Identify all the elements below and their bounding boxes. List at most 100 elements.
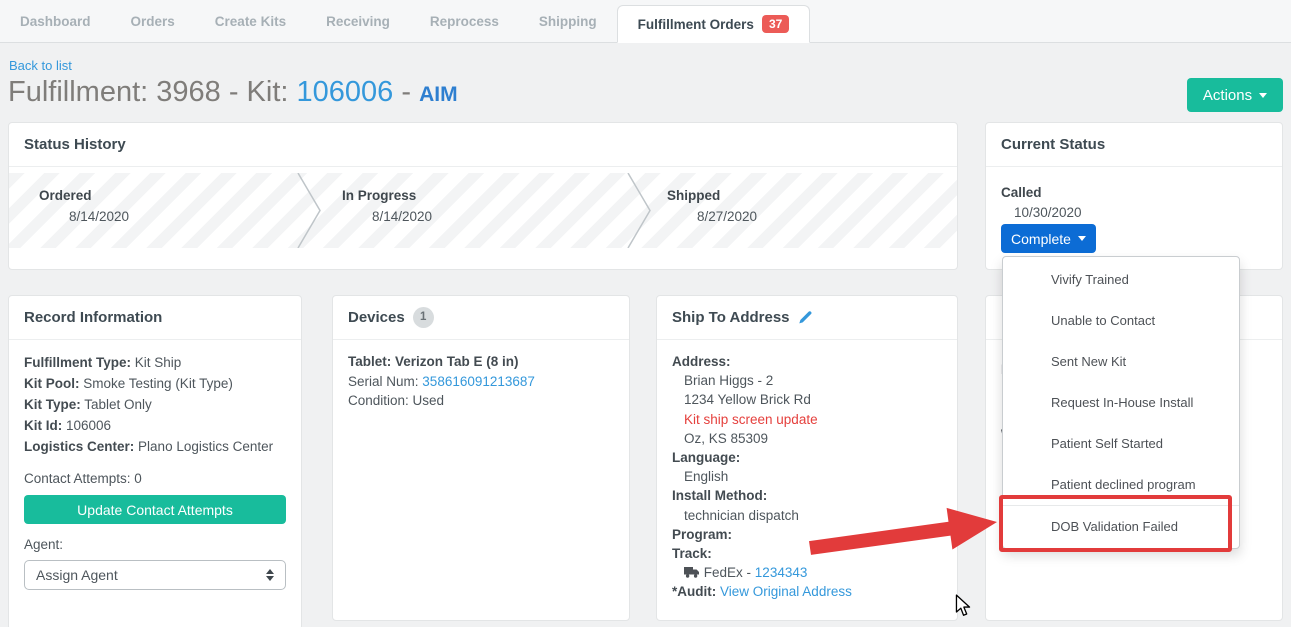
tab-receiving[interactable]: Receiving [306, 14, 410, 29]
track-label: Track: [672, 546, 712, 561]
current-status-date: 10/30/2020 [1014, 205, 1082, 220]
tab-orders[interactable]: Orders [111, 14, 195, 29]
record-field: Fulfillment Type: Kit Ship [24, 352, 286, 373]
complete-button-label: Complete [1011, 231, 1071, 247]
record-field: Kit Type: Tablet Only [24, 394, 286, 415]
mouse-cursor [955, 594, 971, 618]
status-step-date: 8/14/2020 [39, 209, 129, 224]
address-line: Brian Higgs - 2 [672, 371, 942, 390]
current-status-title: Current Status [1001, 123, 1105, 166]
field-value: Kit Ship [135, 355, 182, 370]
fulfillment-orders-count-badge: 37 [762, 15, 789, 33]
org-link[interactable]: AIM [419, 83, 458, 106]
annotation-arrow [800, 500, 1000, 562]
language-value: English [672, 467, 942, 486]
status-step-label: In Progress [342, 188, 416, 203]
kit-number-link[interactable]: 106006 [297, 76, 394, 108]
address-line-alert: Kit ship screen update [672, 410, 942, 429]
page-title-text: Fulfillment: 3968 - Kit: [8, 76, 288, 108]
complete-dropdown-button[interactable]: Complete [1001, 224, 1096, 253]
address-line: Oz, KS 85309 [672, 429, 942, 448]
current-status-panel: Current Status Called 10/30/2020 Complet… [985, 122, 1283, 270]
edit-pencil-icon[interactable] [798, 311, 812, 325]
chevron-separator-icon [626, 173, 652, 248]
status-step-label: Ordered [39, 188, 92, 203]
truck-icon [684, 566, 700, 578]
field-value: 106006 [66, 418, 111, 433]
current-status-header: Current Status [986, 123, 1282, 167]
serial-number-link[interactable]: 358616091213687 [422, 374, 535, 389]
audit-row: *Audit: View Original Address [672, 582, 942, 601]
devices-count-badge: 1 [413, 307, 434, 328]
field-value: Plano Logistics Center [138, 439, 273, 454]
status-progress-band: Ordered 8/14/2020 In Progress 8/14/2020 … [9, 173, 957, 248]
back-to-list-link[interactable]: Back to list [9, 58, 72, 73]
status-step-date: 8/27/2020 [667, 209, 757, 224]
field-value: Tablet Only [84, 397, 152, 412]
record-field: Kit Pool: Smoke Testing (Kit Type) [24, 373, 286, 394]
tab-dashboard[interactable]: Dashboard [0, 14, 111, 29]
tab-create-kits[interactable]: Create Kits [195, 14, 306, 29]
tab-shipping[interactable]: Shipping [519, 14, 617, 29]
actions-button[interactable]: Actions [1187, 78, 1283, 112]
audit-label: *Audit: [672, 584, 716, 599]
select-updown-icon [266, 569, 274, 581]
contact-attempts-text: Contact Attempts: 0 [24, 469, 286, 489]
menu-item-sent-new-kit[interactable]: Sent New Kit [1003, 341, 1239, 382]
record-information-body: Fulfillment Type: Kit Ship Kit Pool: Smo… [9, 340, 301, 602]
program-label: Program: [672, 527, 732, 542]
ship-to-body: Address: Brian Higgs - 2 1234 Yellow Bri… [657, 340, 957, 614]
record-information-title: Record Information [24, 296, 162, 339]
menu-item-patient-self-started[interactable]: Patient Self Started [1003, 423, 1239, 464]
update-contact-attempts-button[interactable]: Update Contact Attempts [24, 495, 286, 524]
status-history-panel: Status History Ordered 8/14/2020 In Prog… [8, 122, 958, 270]
record-field: Logistics Center: Plano Logistics Center [24, 436, 286, 457]
menu-item-vivify-trained[interactable]: Vivify Trained [1003, 259, 1239, 300]
ship-to-address-panel: Ship To Address Address: Brian Higgs - 2… [656, 295, 958, 621]
tab-reprocess[interactable]: Reprocess [410, 14, 519, 29]
devices-header: Devices 1 [333, 296, 629, 340]
record-information-header: Record Information [9, 296, 301, 340]
serial-label: Serial Num: [348, 374, 419, 389]
field-label: Kit Id: [24, 418, 62, 433]
install-method-label: Install Method: [672, 488, 767, 503]
agent-select-value: Assign Agent [36, 567, 118, 583]
field-label: Logistics Center: [24, 439, 134, 454]
fulfillment-detail-page: Dashboard Orders Create Kits Receiving R… [0, 0, 1291, 627]
devices-body: Tablet: Verizon Tab E (8 in) Serial Num:… [333, 340, 629, 423]
track-row: FedEx - 1234343 [672, 563, 942, 582]
address-label: Address: [672, 354, 731, 369]
tracking-number-link[interactable]: 1234343 [755, 565, 808, 580]
status-step-in-progress: In Progress 8/14/2020 [342, 188, 432, 224]
agent-select[interactable]: Assign Agent [24, 560, 286, 590]
record-information-panel: Record Information Fulfillment Type: Kit… [8, 295, 302, 627]
field-label: Kit Pool: [24, 376, 80, 391]
status-step-label: Shipped [667, 188, 720, 203]
top-tab-bar: Dashboard Orders Create Kits Receiving R… [0, 0, 1291, 43]
language-label: Language: [672, 450, 740, 465]
actions-button-label: Actions [1203, 87, 1252, 104]
field-label: Kit Type: [24, 397, 81, 412]
device-condition: Condition: Used [348, 391, 614, 411]
track-carrier: FedEx - [704, 565, 751, 580]
tab-fulfillment-orders[interactable]: Fulfillment Orders 37 [617, 5, 811, 43]
menu-item-unable-to-contact[interactable]: Unable to Contact [1003, 300, 1239, 341]
field-value: Smoke Testing (Kit Type) [83, 376, 233, 391]
address-line: 1234 Yellow Brick Rd [672, 390, 942, 409]
status-step-ordered: Ordered 8/14/2020 [39, 188, 129, 224]
tab-fulfillment-orders-label: Fulfillment Orders [638, 17, 754, 32]
status-history-title: Status History [24, 123, 126, 166]
device-serial-row: Serial Num: 358616091213687 [348, 372, 614, 392]
view-original-address-link[interactable]: View Original Address [720, 584, 852, 599]
agent-label: Agent: [24, 535, 286, 555]
field-label: Fulfillment Type: [24, 355, 131, 370]
ship-to-title: Ship To Address [672, 296, 790, 339]
page-title: Fulfillment: 3968 - Kit: 106006 - AIM [8, 76, 458, 109]
caret-down-icon [1078, 236, 1086, 241]
devices-panel: Devices 1 Tablet: Verizon Tab E (8 in) S… [332, 295, 630, 621]
page-title-separator: - [401, 76, 411, 108]
menu-item-request-in-house-install[interactable]: Request In-House Install [1003, 382, 1239, 423]
device-name: Tablet: Verizon Tab E (8 in) [348, 354, 519, 369]
record-field: Kit Id: 106006 [24, 415, 286, 436]
status-step-shipped: Shipped 8/27/2020 [667, 188, 757, 224]
